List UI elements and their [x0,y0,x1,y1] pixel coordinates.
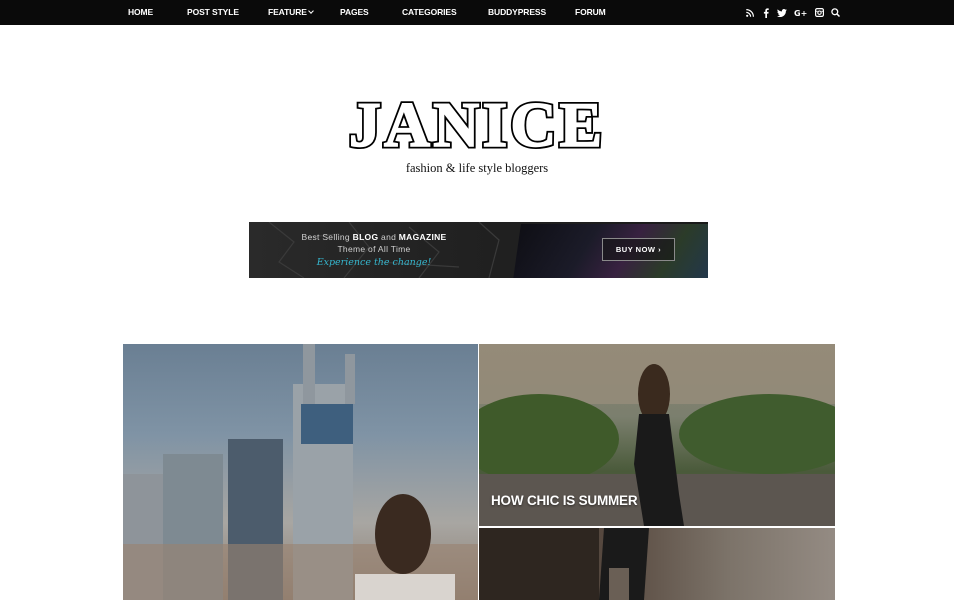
top-navbar: HOME POST STYLE FEATURE PAGES CATEGORIES… [0,0,954,25]
site-tagline: fashion & life style bloggers [405,161,549,175]
site-logo[interactable]: JANICE JANICE [0,86,954,157]
nav-item-buddypress[interactable]: BUDDYPRESS [488,0,546,25]
featured-post-bottom[interactable] [479,528,835,600]
banner-subheadline: Theme of All Time [337,244,411,254]
banner-slogan: Experience the change! [316,257,432,268]
facebook-icon[interactable] [759,0,773,25]
nav-item-feature-label: FEATURE [268,7,307,17]
nav-item-feature[interactable]: FEATURE [268,0,314,25]
banner-headline-prefix: Best Selling [301,232,353,242]
chevron-down-icon [307,8,314,14]
featured-post-large[interactable] [123,344,478,600]
banner-headline: Best Selling BLOG and MAGAZINE [249,232,499,242]
banner-headline-and: and [378,232,399,242]
instagram-icon[interactable] [812,0,826,25]
logo-text-inline: JANICE [349,89,605,156]
rss-icon[interactable] [743,0,757,25]
banner-headline-magazine: MAGAZINE [398,232,447,242]
featured-image-city [123,344,478,600]
featured-image-bottom [479,528,649,600]
nav-item-forum[interactable]: FORUM [575,0,606,25]
search-icon[interactable] [828,0,842,25]
buy-now-button[interactable]: BUY NOW › [602,238,675,261]
nav-item-home[interactable]: HOME [128,0,153,25]
google-plus-icon[interactable]: G+ [792,0,808,25]
featured-post-title[interactable]: HOW CHIC IS SUMMER [491,493,638,508]
banner-headline-blog: BLOG [352,232,379,242]
nav-item-categories[interactable]: CATEGORIES [402,0,457,25]
nav-item-post-style[interactable]: POST STYLE [187,0,239,25]
nav-item-pages[interactable]: PAGES [340,0,369,25]
featured-post-summer[interactable]: HOW CHIC IS SUMMER [479,344,835,526]
svg-text:G+: G+ [794,9,807,17]
promo-banner[interactable]: Best Selling BLOG and MAGAZINE Theme of … [249,222,708,278]
twitter-icon[interactable] [775,0,789,25]
